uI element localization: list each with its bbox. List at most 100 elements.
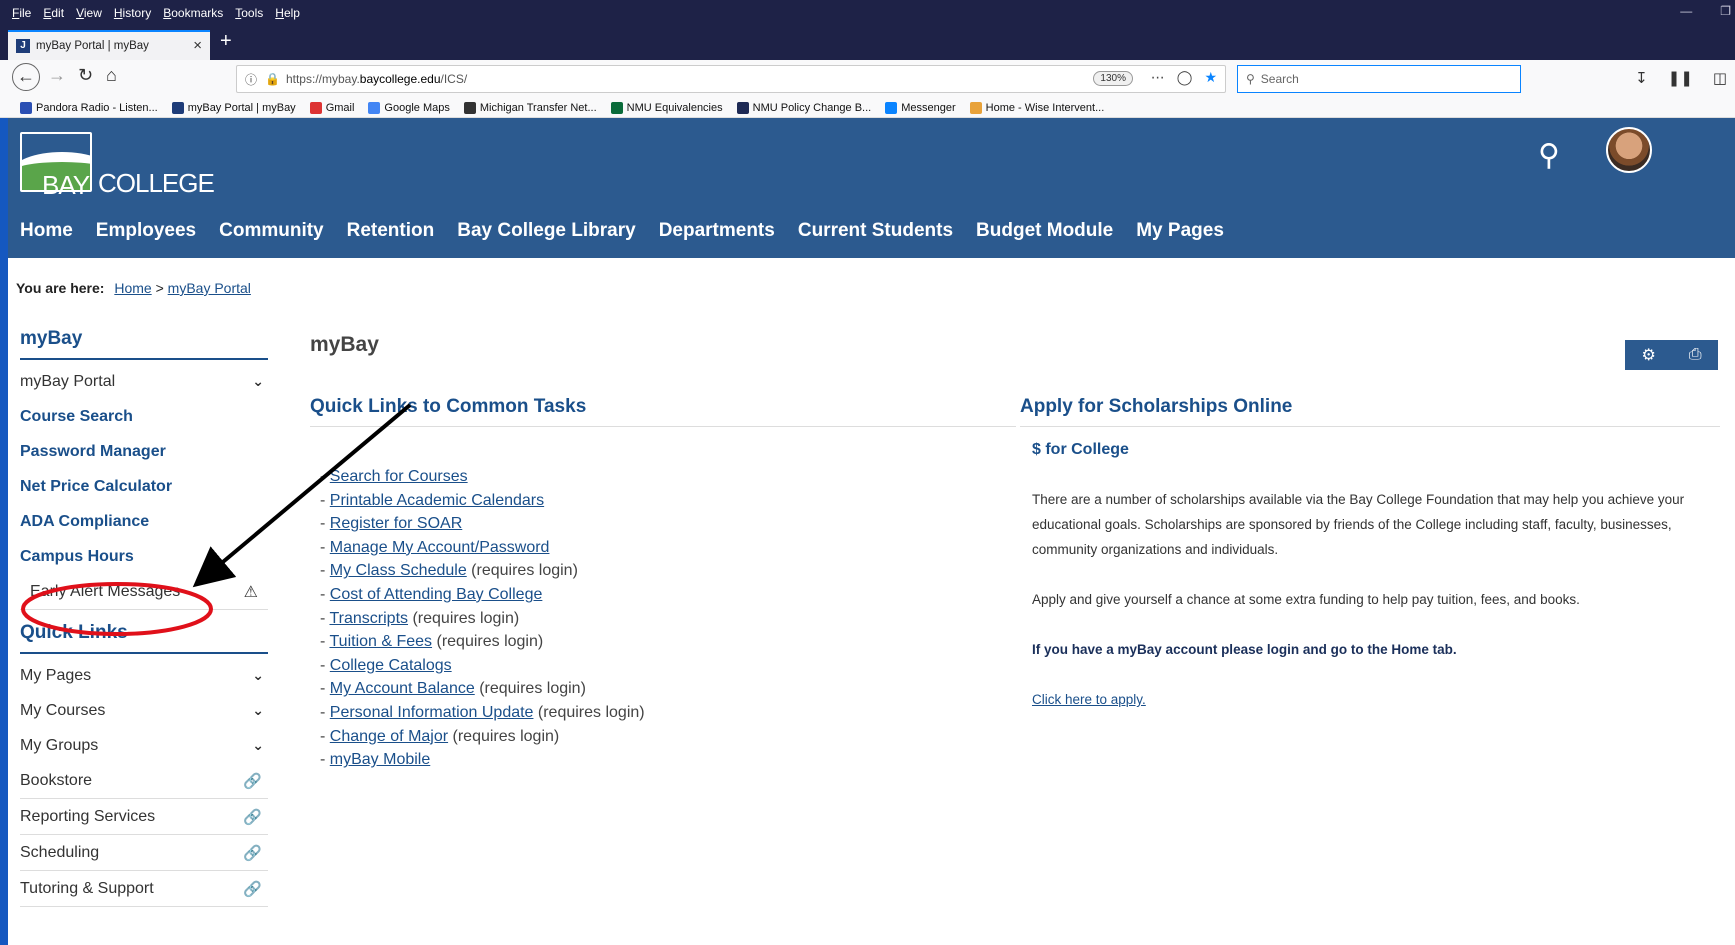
apply-link[interactable]: Click here to apply. (1032, 692, 1146, 707)
sidebar-item-my-pages[interactable]: My Pages ⌄ (20, 658, 268, 693)
quick-link-note: (requires login) (432, 633, 544, 651)
bookmark-item[interactable]: Pandora Radio - Listen... (20, 101, 158, 114)
sidebar-item-reporting-services[interactable]: Reporting Services 🔗 (20, 799, 268, 835)
print-icon[interactable]: ⎙ (1689, 346, 1702, 364)
browser-tab[interactable]: J myBay Portal | myBay × (8, 30, 210, 60)
quick-link[interactable]: My Class Schedule (330, 562, 467, 579)
chevron-down-icon[interactable]: ⌄ (252, 667, 264, 684)
bookmark-label: Gmail (325, 101, 355, 114)
menu-item-edit[interactable]: Edit (43, 6, 64, 20)
quick-link[interactable]: Search for Courses (330, 468, 468, 485)
browser-window: File Edit View History Bookmarks Tools Help — … (0, 0, 1735, 945)
sidebar-item-my-groups[interactable]: My Groups ⌄ (20, 728, 268, 763)
minimize-icon[interactable]: — (1680, 4, 1692, 18)
sidebar-item-campus-hours[interactable]: Campus Hours (20, 539, 268, 574)
sidebar-item-scheduling[interactable]: Scheduling 🔗 (20, 835, 268, 871)
menu-item-help[interactable]: Help (275, 6, 300, 20)
gear-icon[interactable]: ⚙ (1641, 345, 1655, 365)
bookmark-item[interactable]: Messenger (885, 101, 956, 114)
breadcrumb-current-link[interactable]: myBay Portal (168, 280, 251, 296)
sidebar-item-tutoring-support[interactable]: Tutoring & Support 🔗 (20, 871, 268, 907)
mybay-favicon-icon: J (16, 39, 30, 53)
restore-icon[interactable]: ❐ (1720, 4, 1731, 18)
pocket-icon[interactable]: ◯ (1177, 69, 1193, 86)
quick-link[interactable]: Personal Information Update (330, 704, 534, 721)
quick-link-note: (requires login) (448, 727, 560, 745)
globe-icon (463, 101, 476, 114)
quick-link[interactable]: Printable Academic Calendars (330, 492, 544, 509)
quick-link[interactable]: College Catalogs (330, 657, 452, 674)
bay-college-logo[interactable]: BAY COLLEGE (20, 132, 215, 200)
close-icon[interactable]: × (193, 37, 202, 54)
quick-link[interactable]: Manage My Account/Password (330, 539, 550, 556)
quick-link[interactable]: Change of Major (330, 728, 448, 745)
info-icon[interactable]: ⓘ (245, 71, 257, 88)
nav-item-my-pages[interactable]: My Pages (1136, 220, 1224, 242)
quick-link-item: - Register for SOAR (320, 515, 463, 533)
bookmark-item[interactable]: myBay Portal | myBay (171, 101, 296, 114)
nav-item-bay-college-library[interactable]: Bay College Library (457, 220, 635, 242)
tab-strip: J myBay Portal | myBay × + (0, 26, 1735, 60)
menu-item-tools[interactable]: Tools (235, 6, 263, 20)
quick-link[interactable]: myBay Mobile (330, 751, 430, 768)
sidebar-item-ada-compliance[interactable]: ADA Compliance (20, 504, 268, 539)
search-icon[interactable]: ⚲ (1538, 138, 1560, 173)
nav-item-community[interactable]: Community (219, 220, 324, 242)
chevron-down-icon[interactable]: ⌄ (252, 702, 264, 719)
link-icon: 🔗 (243, 844, 262, 862)
wise-icon (969, 101, 982, 114)
menu-item-history[interactable]: History (114, 6, 151, 20)
sidebar-item-password-manager[interactable]: Password Manager (20, 434, 268, 469)
url-bar[interactable]: ⓘ 🔒 https://mybay. baycollege.edu/ICS/ 13… (236, 65, 1226, 93)
download-icon[interactable]: ↧ (1635, 69, 1648, 87)
nav-item-retention[interactable]: Retention (347, 220, 435, 242)
home-button[interactable]: ⌂ (106, 65, 117, 86)
nav-item-employees[interactable]: Employees (96, 220, 196, 242)
bookmark-item[interactable]: Michigan Transfer Net... (463, 101, 597, 114)
sidebar-title-quick-links: Quick Links (20, 622, 268, 654)
bookmark-star-icon[interactable]: ★ (1204, 69, 1217, 86)
new-tab-button[interactable]: + (220, 30, 232, 53)
window-controls: — ❐ (1680, 4, 1731, 18)
quick-link-note: (requires login) (408, 609, 520, 627)
sidebar-item-early-alert-messages[interactable]: Early Alert Messages ⚠ (20, 574, 268, 610)
menu-item-bookmarks[interactable]: Bookmarks (163, 6, 223, 20)
menu-item-file[interactable]: File (12, 6, 31, 20)
sidebar-item-mybay-portal[interactable]: myBay Portal ⌄ (20, 364, 268, 399)
bookmark-item[interactable]: Home - Wise Intervent... (969, 101, 1104, 114)
zoom-level[interactable]: 130% (1093, 71, 1133, 86)
quick-link[interactable]: Transcripts (329, 610, 408, 627)
url-path: /ICS/ (440, 72, 468, 86)
bookmark-item[interactable]: Gmail (309, 101, 355, 114)
more-actions-icon[interactable]: ⋯ (1151, 69, 1165, 86)
menu-item-view[interactable]: View (76, 6, 102, 20)
quick-link[interactable]: Register for SOAR (330, 515, 462, 532)
quick-link[interactable]: Cost of Attending Bay College (330, 586, 543, 603)
bookmark-item[interactable]: NMU Policy Change B... (736, 101, 871, 114)
nav-item-departments[interactable]: Departments (659, 220, 775, 242)
sidebar-item-net-price-calculator[interactable]: Net Price Calculator (20, 469, 268, 504)
sidebar-item-label: Early Alert Messages (30, 582, 181, 600)
breadcrumb-home-link[interactable]: Home (114, 280, 151, 296)
chevron-down-icon[interactable]: ⌄ (252, 373, 264, 390)
forward-button[interactable]: → (48, 65, 66, 86)
sidebar-toggle-icon[interactable]: ◫ (1713, 69, 1727, 87)
reload-button[interactable]: ↻ (78, 65, 93, 86)
bookmark-item[interactable]: NMU Equivalencies (610, 101, 723, 114)
chevron-down-icon[interactable]: ⌄ (252, 737, 264, 754)
nav-item-budget-module[interactable]: Budget Module (976, 220, 1113, 242)
sidebar-title-mybay: myBay (20, 328, 268, 360)
back-button[interactable]: ← (12, 63, 40, 91)
nav-item-current-students[interactable]: Current Students (798, 220, 953, 242)
quick-link[interactable]: My Account Balance (330, 680, 475, 697)
sidebar-item-my-courses[interactable]: My Courses ⌄ (20, 693, 268, 728)
library-icon[interactable]: ❚❚ (1668, 69, 1693, 87)
sidebar-item-bookstore[interactable]: Bookstore 🔗 (20, 763, 268, 799)
sidebar-item-course-search[interactable]: Course Search (20, 399, 268, 434)
avatar[interactable] (1606, 127, 1652, 173)
search-input[interactable]: ⚲ Search (1237, 65, 1521, 93)
quick-link[interactable]: Tuition & Fees (329, 633, 432, 650)
bookmark-item[interactable]: Google Maps (368, 101, 450, 114)
quick-link-item: - College Catalogs (320, 656, 452, 674)
nav-item-home[interactable]: Home (20, 220, 73, 242)
